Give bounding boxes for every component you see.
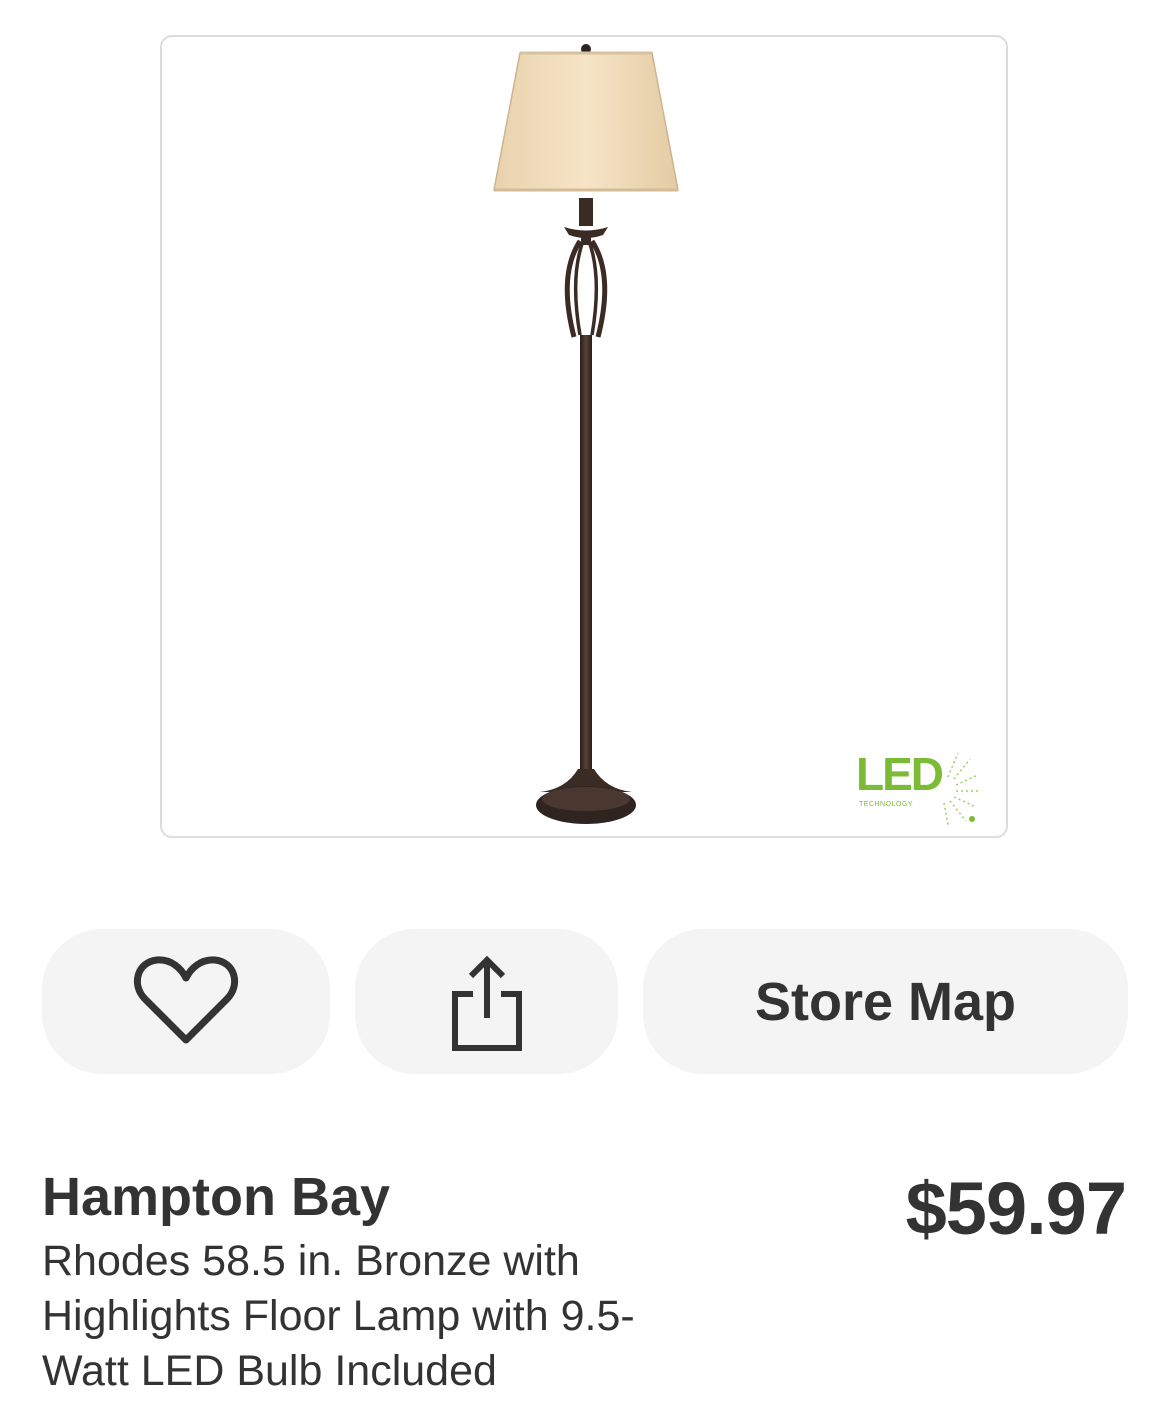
led-badge-text: LED [856, 748, 944, 800]
product-brand: Hampton Bay [42, 1167, 391, 1227]
led-badge-subtext: TECHNOLOGY [859, 801, 914, 808]
product-image[interactable]: LED TECHNOLOGY [160, 35, 1008, 838]
heart-icon [133, 955, 239, 1043]
share-icon [451, 955, 522, 1051]
store-map-label: Store Map [754, 971, 1017, 1032]
product-price: $59.97 [905, 1167, 1127, 1250]
share-button[interactable] [355, 929, 618, 1074]
led-technology-badge: LED TECHNOLOGY [856, 749, 986, 829]
floor-lamp-image [493, 44, 679, 824]
product-description: Rhodes 58.5 in. Bronze with Highlights F… [42, 1237, 635, 1395]
favorite-button[interactable] [42, 929, 330, 1074]
store-map-button[interactable]: Store Map [643, 929, 1128, 1074]
